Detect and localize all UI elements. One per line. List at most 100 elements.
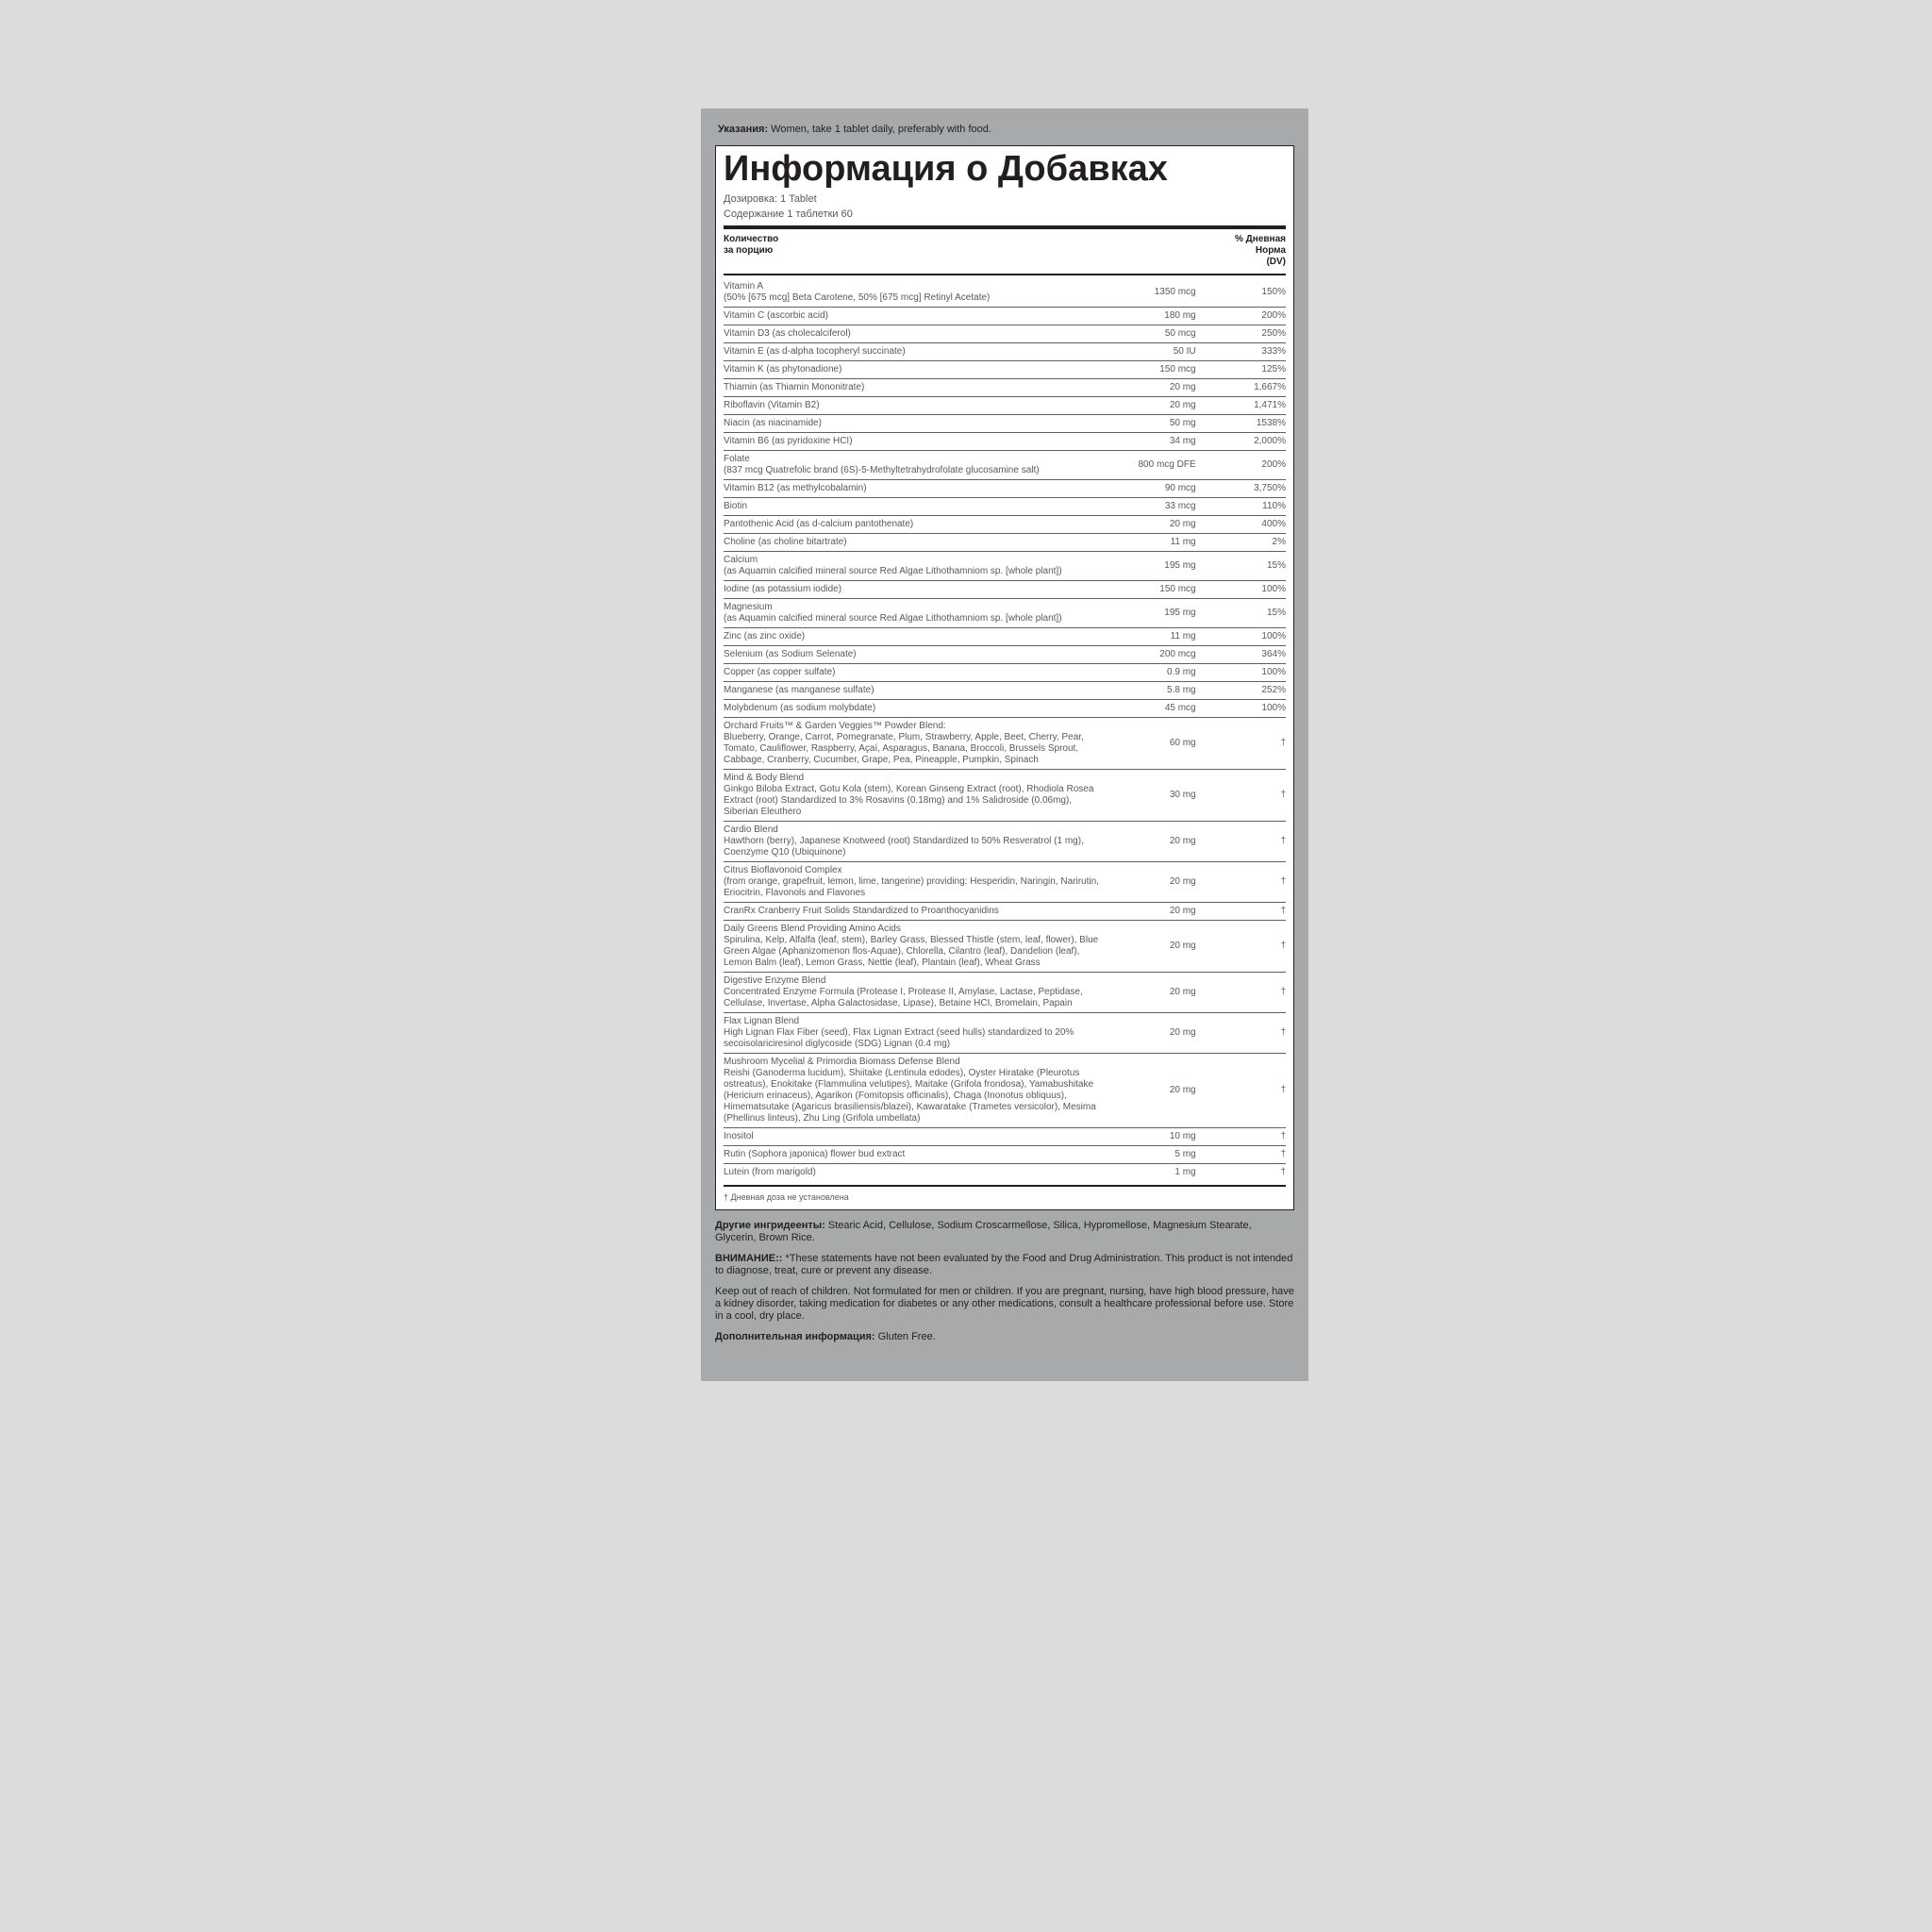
table-row: Vitamin C (ascorbic acid)180 mg200%	[724, 308, 1286, 325]
panel-title: Информация о Добавках	[724, 149, 1286, 189]
directions-text: Women, take 1 tablet daily, preferably w…	[768, 124, 991, 135]
ingredient-sub: High Lignan Flax Fiber (seed), Flax Lign…	[724, 1027, 1100, 1050]
table-row: Folate(837 mcg Quatrefolic brand (6S)-5-…	[724, 451, 1286, 480]
ingredient-sub: Hawthorn (berry), Japanese Knotweed (roo…	[724, 836, 1100, 858]
ingredient-name: Rutin (Sophora japonica) flower bud extr…	[724, 1146, 1100, 1164]
ingredient-name: Folate(837 mcg Quatrefolic brand (6S)-5-…	[724, 451, 1100, 480]
ingredient-name: Vitamin A(50% [675 mcg] Beta Carotene, 5…	[724, 278, 1100, 308]
ingredient-name: Mind & Body BlendGinkgo Biloba Extract, …	[724, 770, 1100, 822]
ingredient-amount: 20 mg	[1100, 903, 1195, 921]
ingredient-name: Zinc (as zinc oxide)	[724, 628, 1100, 646]
table-row: CranRx Cranberry Fruit Solids Standardiz…	[724, 903, 1286, 921]
ingredient-name: Pantothenic Acid (as d-calcium pantothen…	[724, 516, 1100, 534]
table-row: Zinc (as zinc oxide)11 mg100%	[724, 628, 1286, 646]
table-row: Calcium(as Aquamin calcified mineral sou…	[724, 552, 1286, 581]
table-row: Molybdenum (as sodium molybdate)45 mcg10…	[724, 700, 1286, 718]
table-row: Citrus Bioflavonoid Complex(from orange,…	[724, 862, 1286, 903]
ingredient-amount: 180 mg	[1100, 308, 1195, 325]
ingredient-dv: †	[1196, 862, 1286, 903]
ingredient-amount: 195 mg	[1100, 599, 1195, 628]
servings-per: Содержание 1 таблетки 60	[724, 208, 1286, 221]
ingredient-amount: 5.8 mg	[1100, 682, 1195, 700]
ingredient-name: Vitamin C (ascorbic acid)	[724, 308, 1100, 325]
ingredient-dv: 364%	[1196, 646, 1286, 664]
ingredient-name: Manganese (as manganese sulfate)	[724, 682, 1100, 700]
label-card: Указания: Women, take 1 tablet daily, pr…	[701, 108, 1308, 1381]
table-row: Vitamin B12 (as methylcobalamin)90 mcg3,…	[724, 480, 1286, 498]
additional-info: Дополнительная информация: Gluten Free.	[715, 1331, 1294, 1343]
below-panel: Другие ингридеенты: Stearic Acid, Cellul…	[715, 1220, 1294, 1343]
table-row: Mind & Body BlendGinkgo Biloba Extract, …	[724, 770, 1286, 822]
ingredient-dv: 333%	[1196, 343, 1286, 361]
ingredient-sub: (as Aquamin calcified mineral source Red…	[724, 566, 1100, 577]
table-row: Iodine (as potassium iodide)150 mcg100%	[724, 581, 1286, 599]
ingredient-name: Magnesium(as Aquamin calcified mineral s…	[724, 599, 1100, 628]
ingredient-name: Mushroom Mycelial & Primordia Biomass De…	[724, 1054, 1100, 1128]
ingredient-dv: 200%	[1196, 451, 1286, 480]
ingredient-dv: 2%	[1196, 534, 1286, 552]
ingredient-name: Vitamin B6 (as pyridoxine HCI)	[724, 433, 1100, 451]
ingredient-name: Riboflavin (Vitamin B2)	[724, 397, 1100, 415]
ingredient-amount: 60 mg	[1100, 718, 1195, 770]
ingredient-dv: 1538%	[1196, 415, 1286, 433]
ingredient-amount: 800 mcg DFE	[1100, 451, 1195, 480]
table-row: Pantothenic Acid (as d-calcium pantothen…	[724, 516, 1286, 534]
divider	[724, 1185, 1286, 1187]
ingredient-name: Orchard Fruits™ & Garden Veggies™ Powder…	[724, 718, 1100, 770]
ingredient-amount: 33 mcg	[1100, 498, 1195, 516]
col-dv: % Дневная Норма (DV)	[1015, 232, 1286, 270]
table-row: Rutin (Sophora japonica) flower bud extr…	[724, 1146, 1286, 1164]
ingredient-amount: 20 mg	[1100, 516, 1195, 534]
table-row: Digestive Enzyme BlendConcentrated Enzym…	[724, 973, 1286, 1013]
table-row: Flax Lignan BlendHigh Lignan Flax Fiber …	[724, 1013, 1286, 1054]
ingredient-name: Vitamin K (as phytonadione)	[724, 361, 1100, 379]
keep-out: Keep out of reach of children. Not formu…	[715, 1286, 1294, 1323]
ingredient-sub: (837 mcg Quatrefolic brand (6S)-5-Methyl…	[724, 465, 1100, 476]
table-row: Riboflavin (Vitamin B2)20 mg1,471%	[724, 397, 1286, 415]
table-row: Magnesium(as Aquamin calcified mineral s…	[724, 599, 1286, 628]
ingredient-amount: 20 mg	[1100, 1013, 1195, 1054]
ingredient-amount: 0.9 mg	[1100, 664, 1195, 682]
table-row: Vitamin E (as d-alpha tocopheryl succina…	[724, 343, 1286, 361]
ingredient-dv: 1,471%	[1196, 397, 1286, 415]
ingredient-amount: 150 mcg	[1100, 581, 1195, 599]
table-row: Selenium (as Sodium Selenate)200 mcg364%	[724, 646, 1286, 664]
ingredient-sub: Reishi (Ganoderma lucidum), Shiitake (Le…	[724, 1068, 1100, 1124]
facts-body: Vitamin A(50% [675 mcg] Beta Carotene, 5…	[724, 278, 1286, 1181]
ingredient-sub: Concentrated Enzyme Formula (Protease I,…	[724, 987, 1100, 1009]
facts-panel: Информация о Добавках Дозировка: 1 Table…	[715, 145, 1294, 1210]
ingredient-dv: †	[1196, 770, 1286, 822]
ingredient-dv: 100%	[1196, 628, 1286, 646]
ingredient-amount: 200 mcg	[1100, 646, 1195, 664]
ingredient-dv: 150%	[1196, 278, 1286, 308]
ingredient-dv: 252%	[1196, 682, 1286, 700]
ingredient-name: CranRx Cranberry Fruit Solids Standardiz…	[724, 903, 1100, 921]
ingredient-dv: 1,667%	[1196, 379, 1286, 397]
divider	[724, 274, 1286, 275]
ingredient-amount: 20 mg	[1100, 822, 1195, 862]
ingredient-amount: 1 mg	[1100, 1164, 1195, 1182]
ingredient-name: Cardio BlendHawthorn (berry), Japanese K…	[724, 822, 1100, 862]
ingredient-name: Vitamin E (as d-alpha tocopheryl succina…	[724, 343, 1100, 361]
ingredient-amount: 45 mcg	[1100, 700, 1195, 718]
ingredient-name: Selenium (as Sodium Selenate)	[724, 646, 1100, 664]
directions: Указания: Women, take 1 tablet daily, pr…	[718, 123, 1294, 136]
ingredient-amount: 20 mg	[1100, 397, 1195, 415]
ingredient-name: Digestive Enzyme BlendConcentrated Enzym…	[724, 973, 1100, 1013]
ingredient-sub: (as Aquamin calcified mineral source Red…	[724, 613, 1100, 625]
table-row: Inositol10 mg†	[724, 1128, 1286, 1146]
ingredient-dv: 125%	[1196, 361, 1286, 379]
ingredient-dv: 15%	[1196, 552, 1286, 581]
ingredient-dv: †	[1196, 903, 1286, 921]
table-row: Cardio BlendHawthorn (berry), Japanese K…	[724, 822, 1286, 862]
ingredient-dv: 100%	[1196, 581, 1286, 599]
ingredient-dv: †	[1196, 1146, 1286, 1164]
ingredient-dv: †	[1196, 1128, 1286, 1146]
divider	[724, 225, 1286, 229]
dagger-note: † Дневная доза не установлена	[724, 1190, 1286, 1207]
ingredient-dv: 250%	[1196, 325, 1286, 343]
ingredient-dv: 2,000%	[1196, 433, 1286, 451]
table-row: Niacin (as niacinamide)50 mg1538%	[724, 415, 1286, 433]
ingredient-dv: 3,750%	[1196, 480, 1286, 498]
ingredient-sub: (from orange, grapefruit, lemon, lime, t…	[724, 876, 1100, 899]
